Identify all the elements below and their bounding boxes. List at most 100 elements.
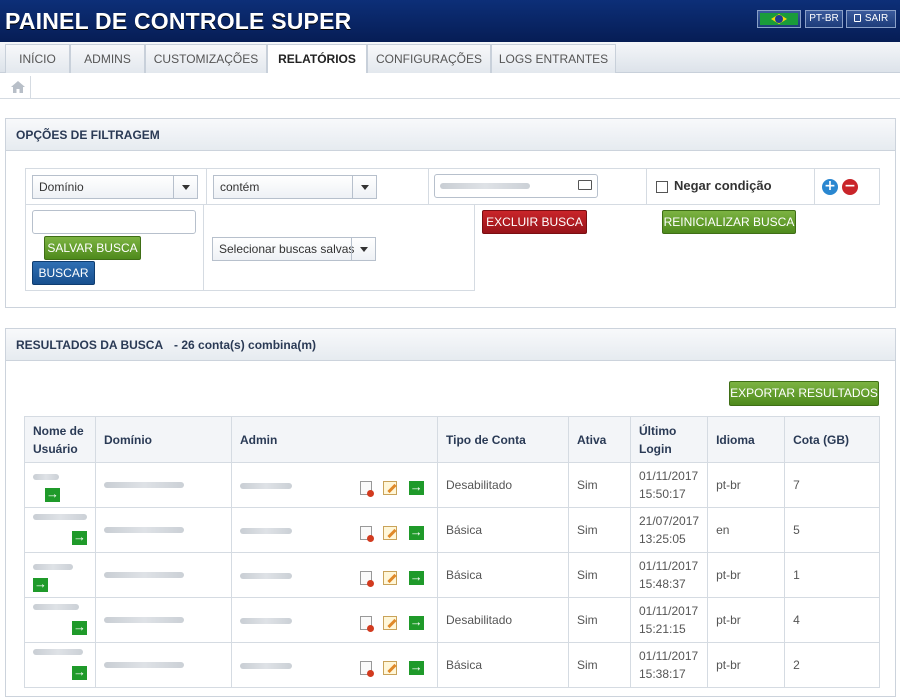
last-login-cell: 01/11/2017 15:21:15: [629, 597, 709, 643]
reset-search-button[interactable]: REINICIALIZAR BUSCA: [662, 210, 796, 234]
username-cell: [24, 642, 96, 688]
last-login-cell: 01/11/2017 15:38:17: [629, 642, 709, 688]
language-cell: pt-br: [707, 597, 786, 643]
negate-label: Negar condição: [674, 178, 772, 193]
edit-icon[interactable]: [383, 660, 398, 675]
edit-icon[interactable]: [383, 615, 398, 630]
results-panel: RESULTADOS DA BUSCA - 26 conta(s) combin…: [5, 328, 896, 697]
lock-icon: [853, 14, 861, 22]
domain-cell: [95, 507, 232, 553]
save-search-name-input[interactable]: [32, 210, 196, 234]
operator-select-value: contém: [220, 180, 260, 194]
last-login-cell: 01/11/2017 15:48:37: [629, 552, 709, 598]
tab-inicio[interactable]: INÍCIO: [5, 44, 70, 73]
main-tabs: INÍCIO ADMINS CUSTOMIZAÇÕES RELATÓRIOS C…: [0, 42, 900, 74]
report-icon[interactable]: [360, 615, 374, 632]
quota-cell: 2: [784, 642, 880, 688]
goto-arrow-icon[interactable]: [408, 658, 424, 676]
admin-cell: [231, 462, 438, 508]
domain-cell: [95, 597, 232, 643]
admin-cell: [231, 597, 438, 643]
logout-button[interactable]: SAIR: [846, 10, 896, 28]
table-row: Básica Sim 01/11/201715:38:17 pt-br 2: [24, 642, 880, 688]
language-button[interactable]: PT-BR: [805, 10, 843, 28]
account-type-cell: Básica: [437, 642, 569, 688]
column-header-username[interactable]: Nome de Usuário: [24, 416, 96, 463]
goto-arrow-icon[interactable]: [408, 613, 424, 631]
column-header-language[interactable]: Idioma: [707, 416, 786, 463]
domain-cell: [95, 462, 232, 508]
filter-value-input[interactable]: [434, 174, 598, 198]
edit-icon[interactable]: [383, 570, 398, 585]
goto-arrow-icon[interactable]: [45, 485, 60, 503]
tab-configuracoes[interactable]: CONFIGURAÇÕES: [367, 44, 491, 73]
tab-customizacoes[interactable]: CUSTOMIZAÇÕES: [145, 44, 267, 73]
goto-arrow-icon[interactable]: [72, 663, 87, 681]
tab-logs-entrantes[interactable]: LOGS ENTRANTES: [491, 44, 616, 73]
operator-select[interactable]: contém: [213, 175, 377, 199]
brazil-flag-icon: [760, 13, 798, 25]
filter-panel-title: OPÇÕES DE FILTRAGEM: [6, 119, 895, 151]
column-header-active[interactable]: Ativa: [568, 416, 631, 463]
tab-admins[interactable]: ADMINS: [70, 44, 145, 73]
column-header-account-type[interactable]: Tipo de Conta: [437, 416, 569, 463]
column-header-admin[interactable]: Admin: [231, 416, 438, 463]
id-card-icon: [578, 180, 592, 190]
column-header-quota[interactable]: Cota (GB): [784, 416, 880, 463]
breadcrumb: [0, 73, 900, 99]
account-type-cell: Básica: [437, 507, 569, 553]
filter-panel: OPÇÕES DE FILTRAGEM Domínio contém Negar…: [5, 118, 896, 308]
last-login-cell: 01/11/2017 15:50:17: [629, 462, 709, 508]
domain-cell: [95, 642, 232, 688]
home-icon[interactable]: [5, 76, 31, 98]
goto-arrow-icon[interactable]: [72, 618, 87, 636]
chevron-down-icon: [351, 238, 375, 260]
table-row: Desabilitado Sim 01/11/201715:21:15 pt-b…: [24, 597, 880, 643]
negate-checkbox[interactable]: [656, 181, 668, 193]
saved-searches-cell: Selecionar buscas salvas: [203, 204, 475, 291]
edit-icon[interactable]: [383, 480, 398, 495]
results-table: Nome de Usuário Domínio Admin Tipo de Con…: [24, 416, 880, 688]
edit-icon[interactable]: [383, 525, 398, 540]
username-cell: [24, 462, 96, 508]
quota-cell: 7: [784, 462, 880, 508]
brazil-flag-button[interactable]: [757, 10, 801, 28]
remove-condition-icon[interactable]: −: [842, 179, 858, 195]
goto-arrow-icon[interactable]: [33, 575, 48, 593]
delete-search-button[interactable]: EXCLUIR BUSCA: [482, 210, 587, 234]
add-condition-icon[interactable]: +: [822, 179, 838, 195]
last-login-cell: 21/07/2017 13:25:05: [629, 507, 709, 553]
username-cell: [24, 507, 96, 553]
table-row: Básica Sim 21/07/201713:25:05 en 5: [24, 507, 880, 553]
field-select[interactable]: Domínio: [32, 175, 198, 199]
logout-label: SAIR: [864, 13, 889, 24]
saved-searches-select[interactable]: Selecionar buscas salvas: [212, 237, 376, 261]
chevron-down-icon: [173, 176, 197, 198]
results-count: - 26 conta(s) combina(m): [174, 338, 317, 352]
column-header-last-login[interactable]: Último Login: [629, 416, 709, 463]
export-results-button[interactable]: EXPORTAR RESULTADOS: [729, 381, 879, 406]
goto-arrow-icon[interactable]: [408, 568, 424, 586]
admin-cell: [231, 552, 438, 598]
search-button[interactable]: BUSCAR: [32, 261, 95, 285]
goto-arrow-icon[interactable]: [408, 478, 424, 496]
saved-searches-value: Selecionar buscas salvas: [219, 242, 355, 256]
tab-relatorios[interactable]: RELATÓRIOS: [267, 44, 367, 74]
report-icon[interactable]: [360, 525, 374, 542]
account-type-cell: Desabilitado: [437, 597, 569, 643]
results-panel-title: RESULTADOS DA BUSCA - 26 conta(s) combin…: [6, 329, 895, 361]
save-search-button[interactable]: SALVAR BUSCA: [44, 236, 141, 260]
admin-cell: [231, 642, 438, 688]
app-title: PAINEL DE CONTROLE SUPER: [5, 8, 352, 34]
admin-cell: [231, 507, 438, 553]
column-header-domain[interactable]: Domínio: [95, 416, 232, 463]
table-row: Desabilitado Sim 01/11/201715:50:17 pt-b…: [24, 462, 880, 508]
report-icon[interactable]: [360, 480, 374, 497]
domain-cell: [95, 552, 232, 598]
goto-arrow-icon[interactable]: [408, 523, 424, 541]
goto-arrow-icon[interactable]: [72, 528, 87, 546]
filter-condition-row: Domínio contém Negar condição + −: [25, 168, 880, 205]
report-icon[interactable]: [360, 570, 374, 587]
language-cell: pt-br: [707, 552, 786, 598]
report-icon[interactable]: [360, 660, 374, 677]
